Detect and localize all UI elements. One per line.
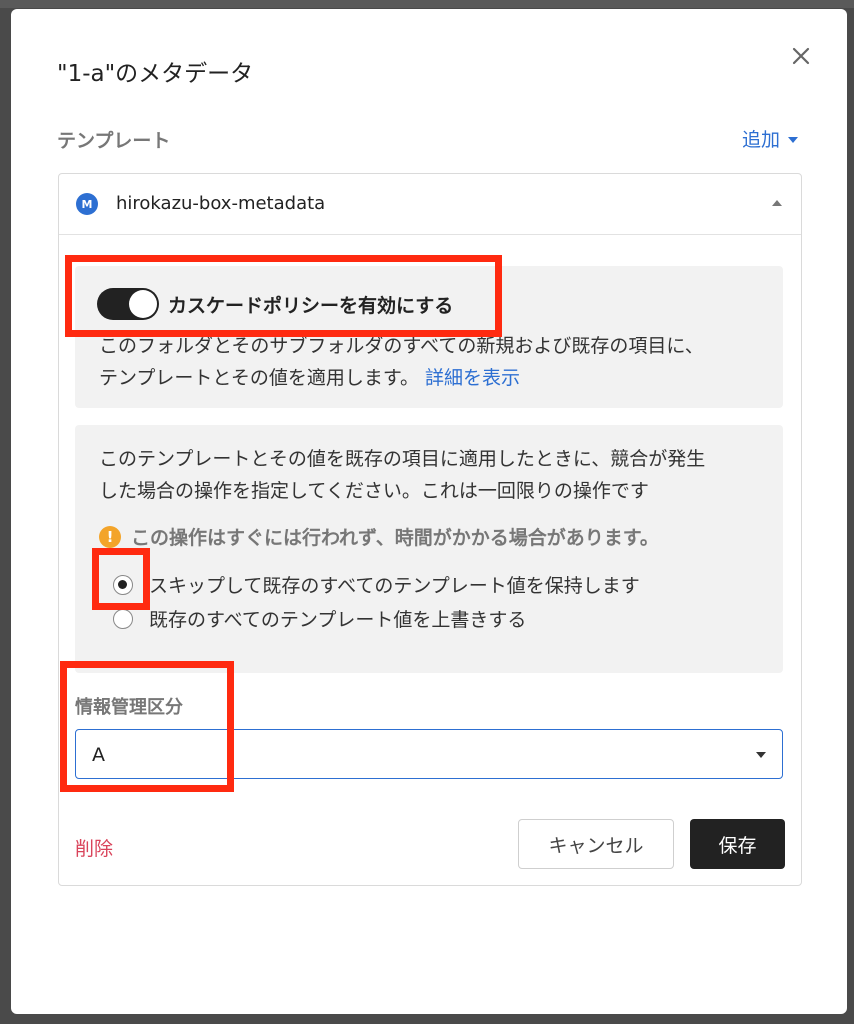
radio-button-overwrite[interactable]	[113, 608, 133, 629]
details-link[interactable]: 詳細を表示	[425, 367, 520, 389]
radio-button-skip[interactable]	[113, 574, 133, 595]
dialog-title: "1-a"のメタデータ	[57, 61, 254, 87]
background-strip	[0, 0, 854, 8]
cascade-policy-panel: カスケードポリシーを有効にする このフォルダとそのサブフォルダのすべての新規およ…	[75, 266, 783, 408]
radio-label-skip: スキップして既存のすべてのテンプレート値を保持します	[149, 575, 640, 597]
field-label: 情報管理区分	[75, 697, 183, 718]
classification-select[interactable]: A	[75, 729, 783, 779]
conflict-options-panel: このテンプレートとその値を既存の項目に適用したときに、競合が発生 した場合の操作…	[75, 425, 783, 673]
template-card-header[interactable]: M hirokazu-box-metadata	[59, 174, 801, 235]
cascade-description-line1: このフォルダとそのサブフォルダのすべての新規および既存の項目に、	[99, 335, 704, 357]
section-label-template: テンプレート	[57, 130, 171, 152]
chevron-down-icon	[788, 136, 799, 143]
radio-label-overwrite: 既存のすべてのテンプレート値を上書きする	[149, 609, 527, 631]
chevron-up-icon[interactable]	[772, 200, 782, 206]
add-template-button[interactable]: 追加	[742, 125, 799, 152]
delete-button[interactable]: 削除	[75, 834, 113, 861]
radio-option-skip[interactable]: スキップして既存のすべてのテンプレート値を保持します	[113, 571, 640, 598]
save-button[interactable]: 保存	[690, 819, 785, 869]
metadata-template-icon: M	[76, 193, 98, 215]
metadata-dialog: "1-a"のメタデータ テンプレート 追加 M hirokazu-box-met…	[11, 9, 847, 1014]
template-name: hirokazu-box-metadata	[116, 193, 326, 214]
cascade-description-line2: テンプレートとその値を適用します。	[99, 367, 419, 389]
toggle-knob	[129, 290, 157, 318]
add-label: 追加	[742, 129, 781, 151]
chevron-down-icon	[756, 752, 766, 758]
template-card: M hirokazu-box-metadata カスケードポリシーを有効にする …	[58, 173, 802, 886]
warning-row: ! この操作はすぐには行われず、時間がかかる場合があります。	[99, 523, 659, 550]
cancel-button[interactable]: キャンセル	[518, 819, 674, 869]
cascade-policy-toggle[interactable]	[97, 288, 159, 320]
conflict-description: このテンプレートとその値を既存の項目に適用したときに、競合が発生 した場合の操作…	[99, 443, 779, 507]
conflict-description-line2: した場合の操作を指定してください。これは一回限りの操作です	[99, 480, 649, 502]
conflict-description-line1: このテンプレートとその値を既存の項目に適用したときに、競合が発生	[99, 448, 706, 470]
warning-text: この操作はすぐには行われず、時間がかかる場合があります。	[131, 527, 659, 549]
cascade-policy-label: カスケードポリシーを有効にする	[168, 295, 454, 317]
select-value: A	[92, 744, 105, 766]
warning-icon: !	[99, 525, 121, 548]
close-icon[interactable]	[786, 41, 816, 71]
cascade-description: このフォルダとそのサブフォルダのすべての新規および既存の項目に、 テンプレートと…	[99, 330, 779, 394]
radio-option-overwrite[interactable]: 既存のすべてのテンプレート値を上書きする	[113, 605, 526, 632]
